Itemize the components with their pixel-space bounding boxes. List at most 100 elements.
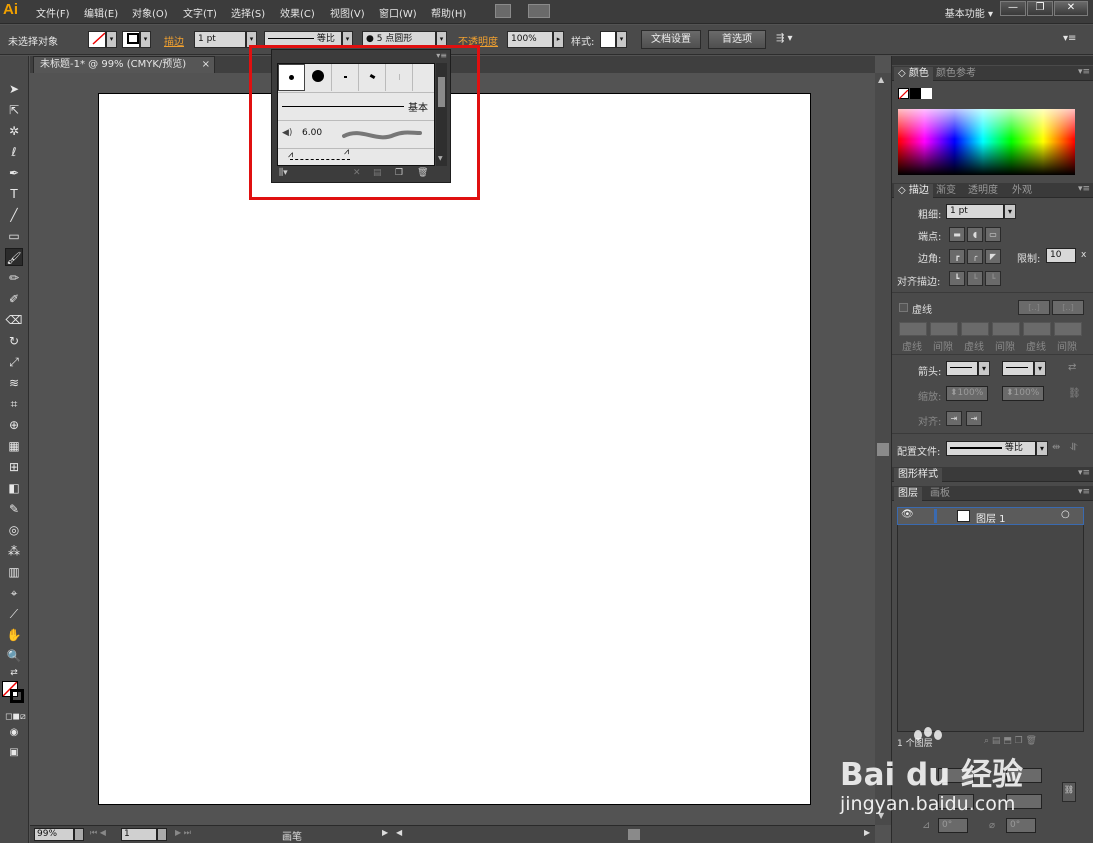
color-panel-menu-icon[interactable]: ▾≡: [1078, 67, 1090, 77]
style-dropdown[interactable]: ▾: [616, 31, 627, 48]
warp-tool-icon[interactable]: ≋: [5, 374, 23, 392]
eyedropper-tool-icon[interactable]: ✎: [5, 500, 23, 518]
brush-row-pattern[interactable]: ⩘ ⩘: [278, 148, 434, 166]
document-tab[interactable]: 未标题-1* @ 99% (CMYK/预览) ×: [33, 56, 215, 73]
tab-gradient[interactable]: 渐变: [932, 184, 960, 198]
lasso-tool-icon[interactable]: ℓ: [5, 143, 23, 161]
flip-across-icon[interactable]: ⥯: [1070, 442, 1077, 453]
brush-swatch-faint[interactable]: [386, 64, 413, 91]
brush-list-scrollbar[interactable]: ▼: [436, 63, 447, 166]
dashed-line-checkbox[interactable]: [899, 303, 908, 312]
brush-scroll-thumb[interactable]: [438, 77, 445, 107]
type-tool-icon[interactable]: T: [5, 185, 23, 203]
align-inside-icon[interactable]: ┗: [967, 271, 983, 286]
hscroll-thumb[interactable]: [628, 829, 640, 840]
stroke-swatch[interactable]: [122, 31, 140, 48]
swap-arrowheads-icon[interactable]: ⇄: [1068, 362, 1076, 373]
drawing-mode-icon[interactable]: ◉: [5, 724, 23, 742]
scroll-left-icon[interactable]: ◀: [396, 828, 402, 837]
start-scale-field[interactable]: ⬍100%: [946, 386, 988, 401]
brush-list[interactable]: 基本 ◀) 6.00 ⩘ ⩘: [277, 63, 435, 166]
weight-field[interactable]: 1 pt: [946, 204, 1004, 219]
vscroll-thumb[interactable]: [877, 443, 889, 456]
opacity-field[interactable]: 100%: [507, 31, 553, 48]
brush-swatch-calligraphic[interactable]: [359, 64, 386, 91]
scroll-up-icon[interactable]: ▲: [878, 75, 884, 84]
dash-align-icon[interactable]: [‥]: [1052, 300, 1084, 315]
stroke-dropdown[interactable]: ▾: [140, 31, 151, 48]
limit-field[interactable]: 10: [1046, 248, 1076, 263]
zoom-field[interactable]: 99%: [34, 828, 74, 841]
minimize-button[interactable]: —: [1000, 1, 1026, 16]
perspective-grid-tool-icon[interactable]: ▦: [5, 437, 23, 455]
brush-swatch-tiny[interactable]: [332, 64, 359, 91]
vertical-scrollbar[interactable]: ▲ ▼: [875, 73, 891, 825]
arrow-extend-icon[interactable]: ⇥: [946, 411, 962, 426]
graphic-styles-menu-icon[interactable]: ▾≡: [1078, 468, 1090, 478]
round-cap-icon[interactable]: ◖: [967, 227, 983, 242]
artboard-tool-icon[interactable]: ⌖: [5, 584, 23, 602]
dock-header[interactable]: [892, 56, 1093, 65]
blend-tool-icon[interactable]: ◎: [5, 521, 23, 539]
stroke-panel-menu-icon[interactable]: ▾≡: [1078, 184, 1090, 194]
slice-tool-icon[interactable]: ⟋: [5, 605, 23, 623]
brush-swatch-small-round[interactable]: [278, 64, 305, 91]
mesh-tool-icon[interactable]: ⊞: [5, 458, 23, 476]
layers-panel-menu-icon[interactable]: ▾≡: [1078, 487, 1090, 497]
selection-tool-icon[interactable]: ➤: [5, 80, 23, 98]
stroke-weight-field[interactable]: 1 pt: [194, 31, 246, 48]
tab-stroke[interactable]: ◇ 描边: [894, 184, 933, 198]
paintbrush-tool-icon[interactable]: 🖌: [5, 248, 23, 266]
color-white-swatch[interactable]: [921, 88, 932, 99]
eraser-tool-icon[interactable]: ⌫: [5, 311, 23, 329]
brush-swatch-large-round[interactable]: [305, 64, 332, 91]
brush-row-basic[interactable]: 基本: [278, 92, 434, 119]
style-swatch[interactable]: [600, 31, 616, 48]
menu-file[interactable]: 文件(F): [36, 5, 70, 20]
color-spectrum[interactable]: [898, 109, 1075, 175]
end-arrowhead-select[interactable]: [1002, 361, 1034, 376]
start-arrowhead-select[interactable]: [946, 361, 978, 376]
brush-libraries-icon[interactable]: ⫼▾: [279, 168, 288, 178]
brush-options-icon[interactable]: ▤: [373, 168, 382, 178]
layer-name[interactable]: 图层 1: [976, 510, 1006, 525]
line-tool-icon[interactable]: ╱: [5, 206, 23, 224]
dash-2-field[interactable]: [961, 322, 989, 336]
fill-swatch[interactable]: [88, 31, 106, 48]
dash-3-field[interactable]: [1023, 322, 1051, 336]
arrange-icon[interactable]: ⇶ ▾: [776, 33, 793, 44]
remove-stroke-icon[interactable]: ✕: [353, 168, 361, 178]
next-artboard-icon[interactable]: ▶ ⏭: [175, 828, 191, 838]
fill-dropdown[interactable]: ▾: [106, 31, 117, 48]
dash-1-field[interactable]: [899, 322, 927, 336]
miter-join-icon[interactable]: ┏: [949, 249, 965, 264]
close-tab-icon[interactable]: ×: [202, 57, 210, 72]
layer-row[interactable]: 👁 图层 1 ○: [897, 507, 1084, 525]
opacity-dropdown[interactable]: ▸: [553, 31, 564, 48]
brush-definition-popup[interactable]: ▾≡ 基本 ◀) 6.00 ⩘ ⩘ ▼ ⫼▾ ✕ ▤ ❐ 🗑: [271, 49, 451, 183]
projecting-cap-icon[interactable]: ▭: [985, 227, 1001, 242]
brush-panel-menu-icon[interactable]: ▾≡: [436, 51, 447, 60]
workspace-switcher[interactable]: 基本功能 ▾: [945, 5, 993, 20]
document-setup-button[interactable]: 文档设置: [641, 30, 701, 49]
preferences-button[interactable]: 首选项: [708, 30, 766, 49]
layers-list[interactable]: [897, 507, 1084, 732]
profile-dropdown[interactable]: ▾: [1036, 441, 1048, 456]
status-menu-icon[interactable]: ▶: [382, 828, 388, 837]
weight-dropdown[interactable]: ▾: [1004, 204, 1016, 219]
menu-type[interactable]: 文字(T): [183, 5, 217, 20]
end-arrowhead-dropdown[interactable]: ▾: [1034, 361, 1046, 376]
tab-artboards[interactable]: 画板: [926, 487, 954, 501]
link-scale-icon[interactable]: ⛓: [1068, 388, 1081, 399]
magic-wand-tool-icon[interactable]: ✲: [5, 122, 23, 140]
tab-graphic-styles[interactable]: 图形样式: [894, 468, 942, 482]
gap-1-field[interactable]: [930, 322, 958, 336]
free-transform-tool-icon[interactable]: ⌗: [5, 395, 23, 413]
tab-transparency[interactable]: 透明度: [964, 184, 1002, 198]
arrange-documents-icon[interactable]: [528, 4, 550, 18]
gradient-tool-icon[interactable]: ◧: [5, 479, 23, 497]
blob-brush-tool-icon[interactable]: ✐: [5, 290, 23, 308]
pencil-tool-icon[interactable]: ✏: [5, 269, 23, 287]
zoom-tool-icon[interactable]: 🔍: [5, 647, 23, 665]
color-black-swatch[interactable]: [910, 88, 921, 99]
